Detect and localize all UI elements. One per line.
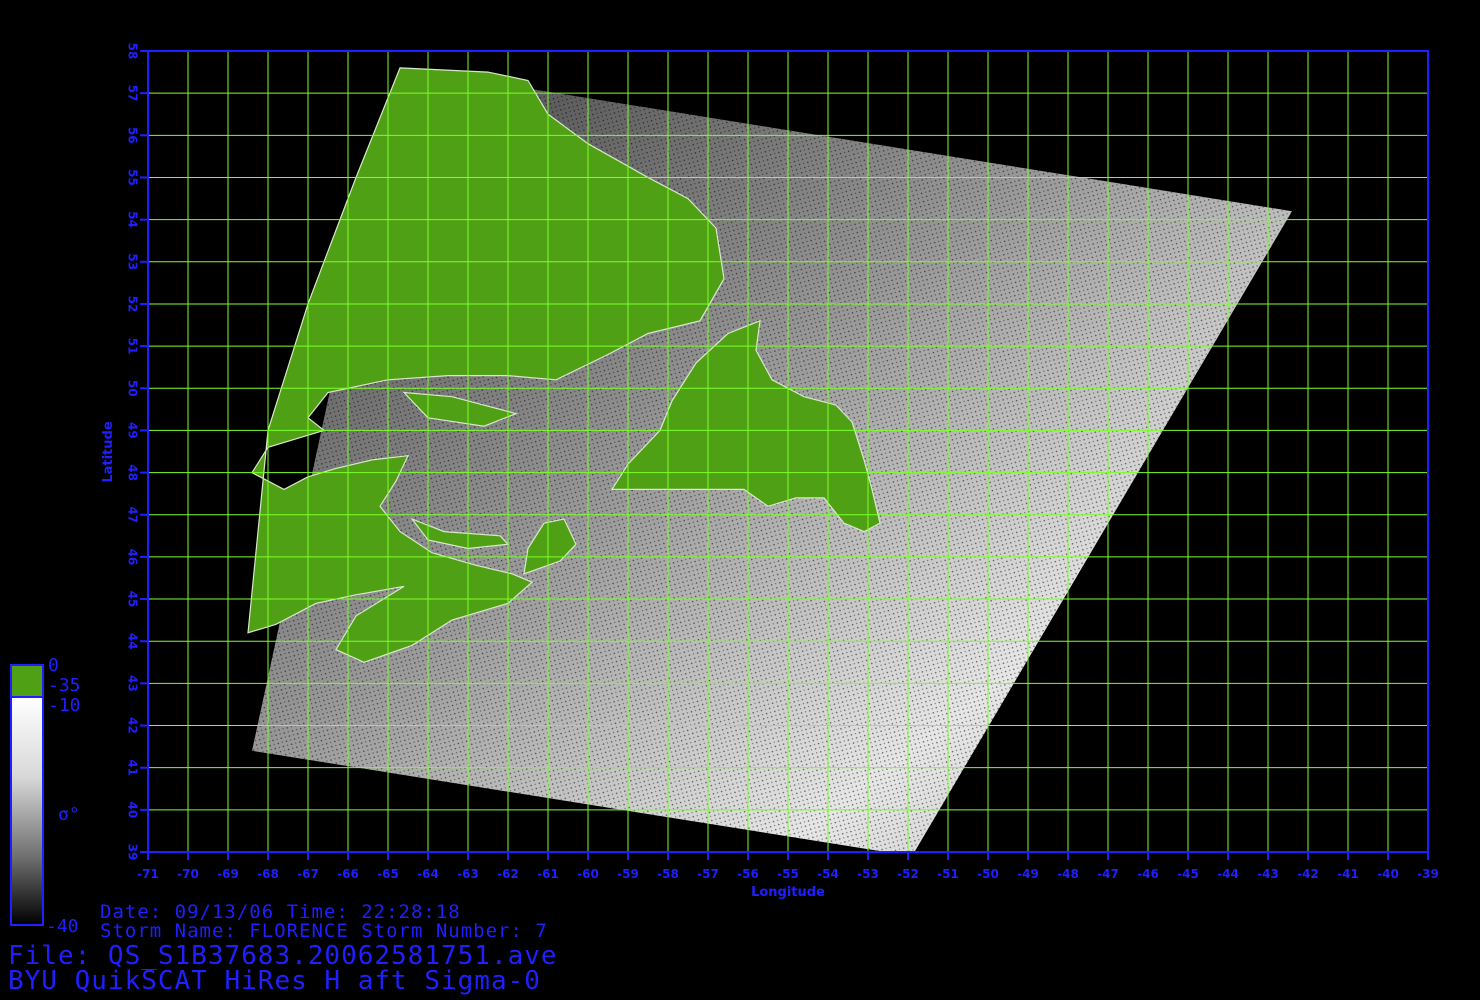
- y-tick-label: 41: [126, 759, 140, 776]
- x-tick-label: -51: [937, 867, 959, 881]
- x-tick-label: -71: [137, 867, 159, 881]
- y-tick-label: 52: [126, 296, 140, 313]
- x-tick-label: -46: [1137, 867, 1159, 881]
- x-tick-label: -49: [1017, 867, 1039, 881]
- y-tick-label: 54: [126, 211, 140, 228]
- y-tick-label: 49: [126, 422, 140, 439]
- storm-info-line: Storm Name: FLORENCE Storm Number: 7: [100, 920, 548, 942]
- y-tick-label: 39: [126, 844, 140, 861]
- x-tick-label: -54: [817, 867, 839, 881]
- x-tick-label: -44: [1217, 867, 1239, 881]
- y-axis-label: Latitude: [101, 421, 116, 483]
- y-tick-label: 42: [126, 717, 140, 734]
- y-tick-label: 55: [126, 169, 140, 186]
- map-figure: -71 -70 -69 -68 -67 -66 -65 -64 -63 -62 -61 -60 -59 -…: [10, 43, 1439, 926]
- x-tick-label: -43: [1257, 867, 1279, 881]
- colorbar-sigma-symbol: σ°: [58, 804, 80, 825]
- y-tick-label: 50: [126, 380, 140, 397]
- x-tick-label: -42: [1297, 867, 1319, 881]
- x-tick-label: -47: [1097, 867, 1119, 881]
- x-tick-label: -62: [497, 867, 519, 881]
- color-bar-land-swatch: [10, 664, 44, 698]
- colorbar-bottom-label: -40: [46, 916, 79, 937]
- y-tick-label: 43: [126, 675, 140, 692]
- y-tick-label: 51: [126, 338, 140, 355]
- x-axis-ticks: -71 -70 -69 -68 -67 -66 -65 -64 -63 -62 -61 -60 -59 -…: [137, 852, 1439, 881]
- y-tick-label: 56: [126, 127, 140, 144]
- x-tick-label: -40: [1377, 867, 1399, 881]
- y-tick-label: 57: [126, 85, 140, 102]
- x-axis-label: Longitude: [751, 885, 825, 900]
- y-tick-label: 53: [126, 253, 140, 270]
- y-tick-label: 44: [126, 633, 140, 650]
- y-tick-label: 58: [126, 43, 140, 60]
- x-tick-label: -41: [1337, 867, 1359, 881]
- x-tick-label: -48: [1057, 867, 1079, 881]
- x-tick-label: -45: [1177, 867, 1199, 881]
- date-time-line: Date: 09/13/06 Time: 22:28:18: [100, 901, 461, 923]
- y-tick-label: 46: [126, 549, 140, 566]
- x-tick-label: -65: [377, 867, 399, 881]
- x-tick-label: -59: [617, 867, 639, 881]
- x-tick-label: -63: [457, 867, 479, 881]
- y-tick-label: 45: [126, 591, 140, 608]
- x-tick-label: -50: [977, 867, 999, 881]
- x-tick-label: -69: [217, 867, 239, 881]
- color-bar-gradient: [10, 696, 44, 926]
- colorbar-label-35: -35: [48, 675, 81, 696]
- y-tick-label: 47: [126, 506, 140, 523]
- colorbar-label-10: -10: [48, 695, 81, 716]
- figure-title: BYU QuikSCAT HiRes H aft Sigma-0: [8, 966, 541, 996]
- x-tick-label: -61: [537, 867, 559, 881]
- x-tick-label: -39: [1417, 867, 1439, 881]
- x-tick-label: -53: [857, 867, 879, 881]
- y-tick-label: 40: [126, 801, 140, 818]
- x-tick-label: -60: [577, 867, 599, 881]
- x-tick-label: -56: [737, 867, 759, 881]
- colorbar-top-label: 0: [48, 655, 59, 676]
- color-bar: [10, 664, 44, 926]
- x-tick-label: -70: [177, 867, 199, 881]
- y-axis-ticks: 39 40 41 42 43 44 45 46 47 48 49 50 51 52 53 54 55 56 57 58: [126, 43, 148, 861]
- x-tick-label: -52: [897, 867, 919, 881]
- y-tick-label: 48: [126, 464, 140, 481]
- x-tick-label: -67: [297, 867, 319, 881]
- x-tick-label: -58: [657, 867, 679, 881]
- x-tick-label: -64: [417, 867, 439, 881]
- x-tick-label: -57: [697, 867, 719, 881]
- x-tick-label: -66: [337, 867, 359, 881]
- x-tick-label: -55: [777, 867, 799, 881]
- x-tick-label: -68: [257, 867, 279, 881]
